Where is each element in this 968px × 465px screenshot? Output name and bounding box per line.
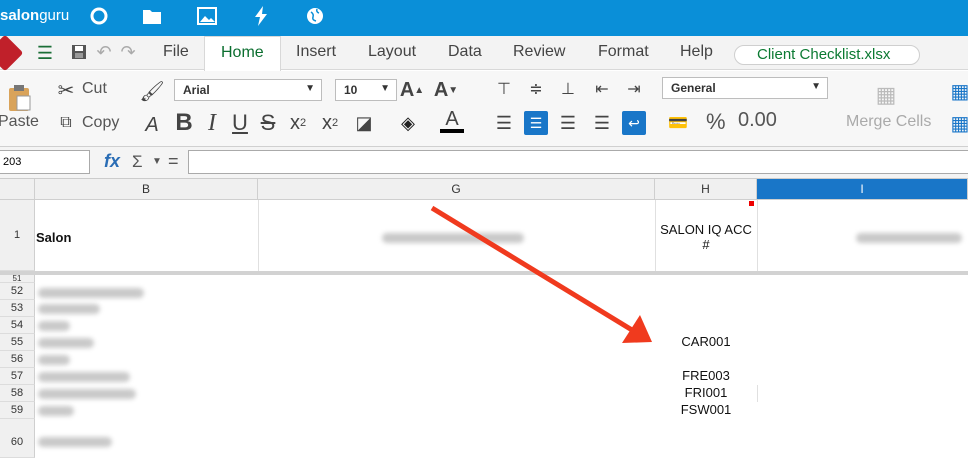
annotation-arrow [430, 205, 652, 343]
